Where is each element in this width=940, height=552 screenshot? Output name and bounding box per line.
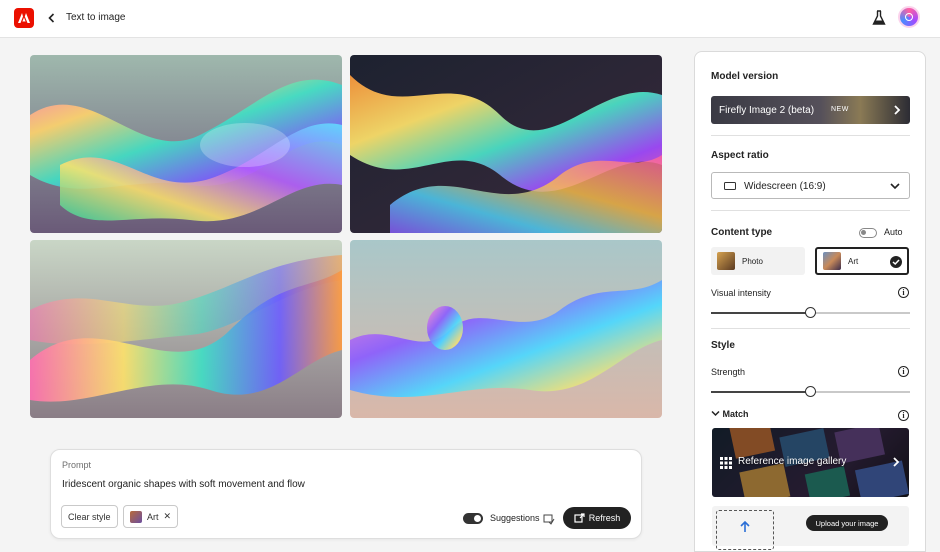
content-type-heading: Content type <box>711 227 773 238</box>
aspect-ratio-heading: Aspect ratio <box>711 150 769 161</box>
toggle-knob <box>474 515 481 522</box>
generated-image-3[interactable] <box>30 240 342 418</box>
model-version-heading: Model version <box>711 71 779 82</box>
style-chip-label: Art <box>147 511 159 522</box>
upload-dropzone[interactable] <box>716 510 774 550</box>
content-type-art[interactable]: Art <box>815 247 909 275</box>
match-label: Match <box>722 409 749 419</box>
content-type-photo-label: Photo <box>742 256 763 266</box>
settings-panel: Model version Firefly Image 2 (beta) NEW… <box>694 51 926 552</box>
prompt-box: Prompt Iridescent organic shapes with so… <box>50 449 642 539</box>
match-section-toggle[interactable]: Match <box>711 409 749 419</box>
model-version-selector[interactable]: Firefly Image 2 (beta) NEW <box>711 96 910 124</box>
reference-image-gallery[interactable]: Reference image gallery <box>712 428 909 497</box>
model-version-value: Firefly Image 2 (beta) <box>719 105 815 116</box>
toggle-knob <box>861 230 866 235</box>
prompt-label: Prompt <box>62 460 92 470</box>
labs-flask-icon[interactable] <box>872 10 886 31</box>
refresh-icon <box>574 512 585 523</box>
suggestions-label: Suggestions <box>490 513 540 523</box>
generated-image-1[interactable] <box>30 55 342 233</box>
content-type-art-label: Art <box>848 256 859 266</box>
grid-icon <box>720 457 732 469</box>
aspect-ratio-value: Widescreen (16:9) <box>744 181 826 192</box>
suggestions-settings-icon[interactable] <box>543 512 555 530</box>
slider-fill <box>711 391 810 393</box>
divider <box>711 135 910 136</box>
user-avatar[interactable] <box>898 6 920 28</box>
chevron-down-icon <box>890 183 900 190</box>
art-thumbnail <box>130 510 142 523</box>
visual-intensity-handle[interactable] <box>805 307 816 318</box>
back-arrow-icon[interactable] <box>45 11 59 25</box>
chevron-right-icon <box>894 105 901 115</box>
reference-gallery-label: Reference image gallery <box>738 456 847 467</box>
chevron-right-icon <box>893 457 900 467</box>
strength-handle[interactable] <box>805 386 816 397</box>
page-title: Text to image <box>66 12 126 23</box>
refresh-label: Refresh <box>588 513 621 523</box>
avatar-glyph-icon <box>905 13 913 21</box>
art-thumbnail <box>823 252 841 270</box>
style-chip-art[interactable]: Art ✕ <box>123 505 179 528</box>
adobe-logo-icon[interactable] <box>14 8 34 28</box>
visual-intensity-label: Visual intensity <box>711 288 771 298</box>
photo-thumbnail <box>717 252 735 270</box>
upload-area[interactable]: Upload your image <box>712 506 909 550</box>
aspect-ratio-dropdown[interactable]: Widescreen (16:9) <box>711 172 910 199</box>
auto-toggle[interactable] <box>859 228 877 238</box>
refresh-button[interactable]: Refresh <box>563 507 631 529</box>
generated-image-2[interactable] <box>350 55 662 233</box>
slider-fill <box>711 312 810 314</box>
upload-arrow-icon <box>740 520 750 532</box>
info-icon[interactable]: i <box>898 410 909 421</box>
remove-chip-icon[interactable]: ✕ <box>164 511 172 522</box>
widescreen-icon <box>724 182 736 190</box>
strength-label: Strength <box>711 367 746 377</box>
info-icon[interactable]: i <box>898 366 909 377</box>
upload-image-button[interactable]: Upload your image <box>806 515 888 531</box>
top-bar: Text to image <box>0 0 940 38</box>
content-type-photo[interactable]: Photo <box>711 247 805 275</box>
prompt-input[interactable]: Iridescent organic shapes with soft move… <box>62 479 305 490</box>
auto-label: Auto <box>884 227 903 237</box>
clear-style-button[interactable]: Clear style <box>61 505 118 528</box>
divider <box>711 210 910 211</box>
divider <box>711 328 910 329</box>
generated-image-4[interactable] <box>350 240 662 418</box>
checkmark-icon <box>890 256 902 268</box>
new-badge: NEW <box>831 106 849 113</box>
suggestions-toggle[interactable] <box>463 513 483 524</box>
info-icon[interactable]: i <box>898 287 909 298</box>
style-heading: Style <box>711 340 735 351</box>
chevron-down-icon <box>711 410 720 417</box>
